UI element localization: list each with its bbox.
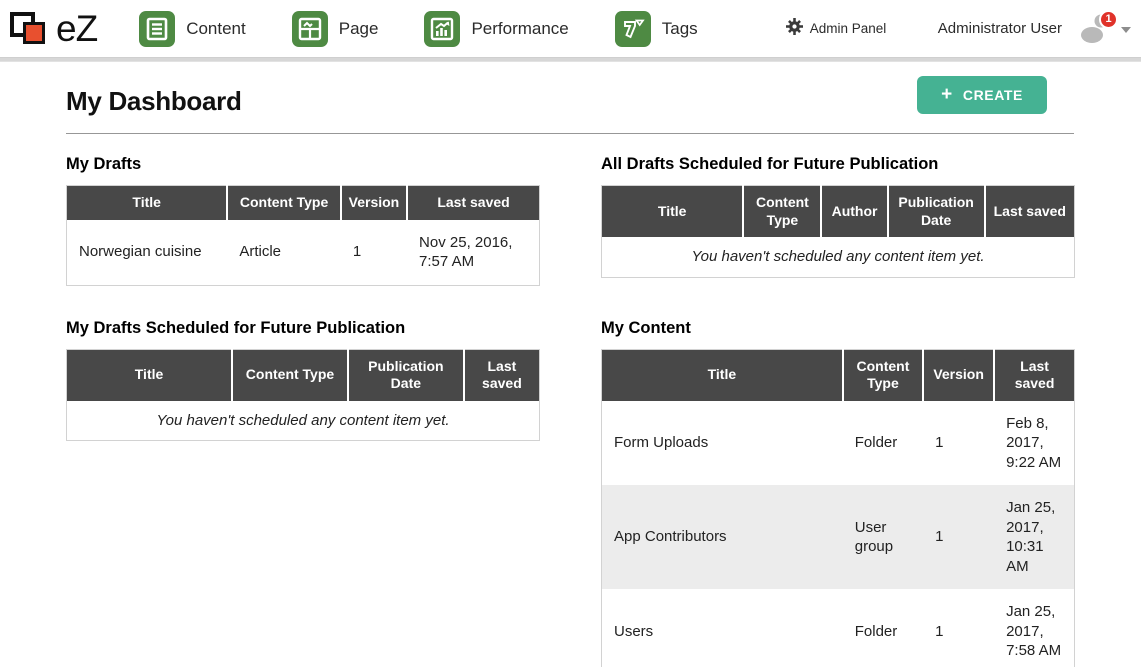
table-cell: Users bbox=[602, 589, 843, 667]
user-name: Administrator User bbox=[938, 20, 1062, 37]
page-header: My Dashboard + CREATE bbox=[66, 62, 1074, 134]
table-header-row: TitleContent TypeVersionLast saved bbox=[67, 186, 540, 220]
empty-message: You haven't scheduled any content item y… bbox=[67, 401, 540, 441]
table-cell: Folder bbox=[843, 401, 923, 486]
column-header: Content Type bbox=[843, 349, 923, 401]
column-header: Author bbox=[821, 186, 887, 238]
column-header: Title bbox=[602, 186, 744, 238]
nav-label-tags: Tags bbox=[662, 19, 698, 39]
admin-panel-button[interactable]: Admin Panel bbox=[786, 18, 887, 40]
my-drafts-heading: My Drafts bbox=[66, 155, 540, 174]
nav-item-content[interactable]: Content bbox=[139, 11, 246, 47]
column-header: Last saved bbox=[985, 186, 1075, 238]
column-header: Publication Date bbox=[888, 186, 985, 238]
my-drafts-scheduled-table: TitleContent TypePublication DateLast sa… bbox=[66, 349, 540, 442]
table-row[interactable]: Form UploadsFolder1Feb 8, 2017, 9:22 AM bbox=[602, 401, 1075, 486]
table-cell: 1 bbox=[923, 401, 994, 486]
user-menu[interactable]: Administrator User 1 bbox=[938, 12, 1131, 46]
column-header: Last saved bbox=[994, 349, 1074, 401]
nav-label-page: Page bbox=[339, 19, 379, 39]
tags-icon bbox=[615, 11, 651, 47]
my-drafts-section: My Drafts TitleContent TypeVersionLast s… bbox=[66, 134, 540, 286]
table-cell: Feb 8, 2017, 9:22 AM bbox=[994, 401, 1074, 486]
create-button[interactable]: + CREATE bbox=[917, 76, 1047, 114]
table-cell: 1 bbox=[341, 220, 407, 286]
table-cell: Folder bbox=[843, 589, 923, 667]
all-drafts-scheduled-table: TitleContent TypeAuthorPublication DateL… bbox=[601, 185, 1075, 278]
my-content-table: TitleContent TypeVersionLast savedForm U… bbox=[601, 349, 1075, 667]
empty-message: You haven't scheduled any content item y… bbox=[602, 237, 1075, 277]
column-header: Content Type bbox=[743, 186, 821, 238]
table-cell: Nov 25, 2016, 7:57 AM bbox=[407, 220, 539, 286]
column-header: Content Type bbox=[232, 349, 348, 401]
my-drafts-scheduled-section: My Drafts Scheduled for Future Publicati… bbox=[66, 298, 540, 442]
table-header-row: TitleContent TypePublication DateLast sa… bbox=[67, 349, 540, 401]
nav-item-performance[interactable]: Performance bbox=[424, 11, 568, 47]
nav-item-tags[interactable]: Tags bbox=[615, 11, 698, 47]
create-button-label: CREATE bbox=[963, 87, 1023, 103]
performance-icon bbox=[424, 11, 460, 47]
my-content-section: My Content TitleContent TypeVersionLast … bbox=[601, 298, 1075, 667]
ez-logo[interactable]: eZ bbox=[8, 9, 97, 49]
gear-icon bbox=[786, 18, 803, 40]
empty-row: You haven't scheduled any content item y… bbox=[67, 401, 540, 441]
all-drafts-scheduled-heading: All Drafts Scheduled for Future Publicat… bbox=[601, 155, 1075, 174]
avatar[interactable]: 1 bbox=[1078, 12, 1114, 46]
column-header: Title bbox=[67, 349, 233, 401]
dashboard-main: My Dashboard + CREATE My Drafts TitleCon… bbox=[0, 62, 1141, 667]
nav-label-content: Content bbox=[186, 19, 246, 39]
table-cell: Form Uploads bbox=[602, 401, 843, 486]
all-drafts-scheduled-section: All Drafts Scheduled for Future Publicat… bbox=[601, 134, 1075, 278]
empty-row: You haven't scheduled any content item y… bbox=[602, 237, 1075, 277]
my-drafts-table: TitleContent TypeVersionLast savedNorweg… bbox=[66, 185, 540, 286]
my-content-heading: My Content bbox=[601, 319, 1075, 338]
column-header: Title bbox=[67, 186, 228, 220]
table-row[interactable]: Norwegian cuisineArticle1Nov 25, 2016, 7… bbox=[67, 220, 540, 286]
dashboard-grid: My Drafts TitleContent TypeVersionLast s… bbox=[66, 134, 1074, 667]
content-icon bbox=[139, 11, 175, 47]
column-header: Last saved bbox=[407, 186, 539, 220]
column-header: Last saved bbox=[464, 349, 540, 401]
notification-badge[interactable]: 1 bbox=[1099, 10, 1118, 29]
nav-label-performance: Performance bbox=[471, 19, 568, 39]
table-cell: Jan 25, 2017, 7:58 AM bbox=[994, 589, 1074, 667]
plus-icon: + bbox=[941, 87, 953, 102]
table-header-row: TitleContent TypeAuthorPublication DateL… bbox=[602, 186, 1075, 238]
column-header: Publication Date bbox=[348, 349, 464, 401]
table-cell: User group bbox=[843, 485, 923, 589]
column-header: Version bbox=[341, 186, 407, 220]
my-drafts-scheduled-heading: My Drafts Scheduled for Future Publicati… bbox=[66, 319, 540, 338]
table-cell: Article bbox=[227, 220, 341, 286]
ez-logo-text: eZ bbox=[56, 10, 97, 47]
table-row[interactable]: UsersFolder1Jan 25, 2017, 7:58 AM bbox=[602, 589, 1075, 667]
table-cell: Jan 25, 2017, 10:31 AM bbox=[994, 485, 1074, 589]
table-cell: 1 bbox=[923, 485, 994, 589]
table-cell: 1 bbox=[923, 589, 994, 667]
column-header: Version bbox=[923, 349, 994, 401]
ez-logo-icon bbox=[8, 9, 52, 49]
table-row[interactable]: App ContributorsUser group1Jan 25, 2017,… bbox=[602, 485, 1075, 589]
nav-item-page[interactable]: Page bbox=[292, 11, 379, 47]
page-icon bbox=[292, 11, 328, 47]
main-nav: Content Page Performance Tags bbox=[139, 11, 698, 47]
top-nav-bar: eZ Content Page Performance Tags bbox=[0, 0, 1141, 57]
table-cell: Norwegian cuisine bbox=[67, 220, 228, 286]
admin-panel-label: Admin Panel bbox=[810, 21, 887, 36]
column-header: Content Type bbox=[227, 186, 341, 220]
table-cell: App Contributors bbox=[602, 485, 843, 589]
column-header: Title bbox=[602, 349, 843, 401]
table-header-row: TitleContent TypeVersionLast saved bbox=[602, 349, 1075, 401]
chevron-down-icon[interactable] bbox=[1121, 27, 1131, 33]
